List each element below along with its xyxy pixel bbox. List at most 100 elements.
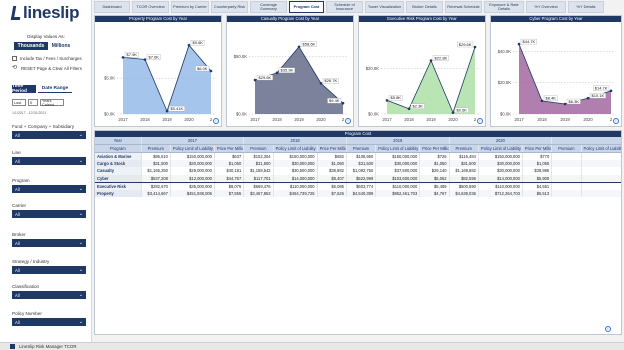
checkbox-box[interactable]	[12, 56, 17, 61]
info-icon[interactable]: i	[605, 326, 611, 332]
data-point[interactable]	[319, 82, 323, 85]
time-period-button[interactable]: Time Period	[12, 84, 36, 94]
table-row[interactable]: Executive Risk $282,670 $35,000,000 $8,076 $…	[95, 182, 621, 190]
tab-item[interactable]: Schedule of Insurance	[326, 1, 363, 13]
data-point[interactable]	[609, 89, 613, 93]
metric-column-header[interactable]: Policy Limit of Liability	[273, 144, 318, 153]
table-row[interactable]: Cargo & Stock $31,500 $30,000,000 $1,050 $31…	[95, 159, 621, 167]
info-icon[interactable]: i	[477, 118, 483, 124]
data-point[interactable]	[451, 111, 455, 114]
filter-label: Fund + Company + Subsidiary	[12, 124, 75, 129]
data-point[interactable]	[473, 45, 477, 49]
tab-item[interactable]: %Y Details	[568, 1, 604, 13]
metric-column-header[interactable]: Premium	[551, 144, 582, 153]
table-cell: $38,986	[522, 167, 553, 175]
chevron-down-icon: ⌄	[78, 157, 83, 164]
tab-item[interactable]: Program Cost	[289, 1, 324, 13]
filter-dropdown[interactable]: All ⌄	[12, 131, 86, 139]
tab-item[interactable]: %Y Overview	[526, 1, 566, 13]
filter-dropdown[interactable]: All ⌄	[12, 318, 86, 326]
x-tick-label: 2019	[426, 117, 436, 122]
area-fill	[387, 47, 475, 114]
date-range-button[interactable]: Date Range	[38, 85, 72, 93]
chevron-down-icon: ⌄	[78, 291, 83, 298]
metric-column-header[interactable]: Premium	[141, 144, 171, 153]
metric-column-header[interactable]: Price Per Million	[317, 144, 347, 153]
tab-item[interactable]: Renewal Schedule	[445, 1, 482, 13]
data-point[interactable]	[187, 43, 191, 47]
data-label: $9.4K	[329, 98, 340, 103]
thousands-button[interactable]: Thousands	[14, 42, 48, 50]
filter-dropdown[interactable]: All ⌄	[12, 266, 86, 274]
metric-column-header[interactable]: Price Per Million	[522, 144, 553, 153]
filter-dropdown[interactable]: All ⌄	[12, 239, 86, 247]
data-point[interactable]	[517, 42, 521, 46]
data-point[interactable]	[275, 71, 279, 75]
program-name-cell: Aviation & Marine	[95, 152, 142, 160]
data-point[interactable]	[586, 96, 590, 100]
reset-filters-button[interactable]: ⟲ RESET Page & Clear All Filters	[12, 65, 82, 71]
data-point[interactable]	[121, 56, 125, 59]
data-point[interactable]	[341, 101, 345, 105]
include-tax-checkbox[interactable]: Include Tax / Fees / Surcharges	[12, 56, 82, 61]
table-row[interactable]: Property $3,414,667 $451,938,006 $7,555 $3,4…	[95, 189, 621, 197]
data-point[interactable]	[429, 59, 433, 62]
tab-item[interactable]: Tower Visualization	[365, 1, 404, 13]
data-point[interactable]	[297, 45, 301, 49]
data-point[interactable]	[143, 58, 147, 61]
filter-dropdown[interactable]: All ⌄	[12, 291, 86, 299]
table-cell: $29,000,000	[170, 167, 215, 175]
tab-item[interactable]: Dashboard	[94, 1, 130, 13]
table-row[interactable]: Aviation & Marine $95,610 $150,000,000 $637…	[95, 152, 621, 160]
filter-value: All	[15, 240, 20, 246]
filter-dropdown[interactable]: All ⌄	[12, 210, 86, 218]
table-row[interactable]: Casualty $1,165,250 $29,000,000 $40,181 $1,1…	[95, 167, 621, 175]
data-label: $0.41K	[171, 106, 184, 111]
year-column-header[interactable]: 2017	[141, 137, 245, 145]
table-cell: $451,938,006	[170, 189, 215, 197]
table-cell: $14,000,000	[478, 174, 523, 183]
data-point[interactable]	[253, 78, 257, 82]
millions-button[interactable]: Millions	[50, 42, 72, 50]
period-direction-select[interactable]: Last	[12, 99, 26, 106]
filter-dropdown[interactable]: All ⌄	[12, 157, 86, 165]
data-point[interactable]	[209, 69, 213, 73]
info-icon[interactable]: i	[613, 118, 619, 124]
year-column-header[interactable]: 2020	[449, 137, 553, 145]
data-point[interactable]	[385, 99, 389, 102]
time-period-tabs: Time Period Date Range	[12, 84, 72, 94]
data-point[interactable]	[540, 99, 544, 103]
info-icon[interactable]: i	[345, 118, 351, 124]
metric-column-header[interactable]: Premium	[346, 144, 377, 153]
period-count-input[interactable]: 5	[28, 99, 38, 106]
tab-item[interactable]: Exposure & Rate Details	[484, 1, 524, 13]
metric-column-header[interactable]: Premium	[449, 144, 479, 153]
tab-item[interactable]: TCOR Overview	[132, 1, 169, 13]
table-cell: $7,555	[214, 189, 245, 197]
program-name-cell: Cyber	[95, 174, 142, 183]
info-icon[interactable]: i	[213, 118, 219, 124]
metric-column-header[interactable]: Price Per Million	[419, 144, 450, 153]
tab-item[interactable]: Premium by Carrier	[171, 1, 209, 13]
period-unit-select[interactable]: Years Calend...	[40, 99, 64, 107]
data-point[interactable]	[165, 109, 169, 113]
filter-value: All	[15, 186, 20, 192]
year-column-header[interactable]: 2018	[243, 137, 347, 145]
metric-column-header[interactable]: Policy Limit of Liability	[375, 144, 421, 153]
tab-item[interactable]: Coverage Summary	[250, 1, 287, 13]
metric-column-header[interactable]: Premium	[243, 144, 274, 153]
data-point[interactable]	[407, 107, 411, 111]
data-point[interactable]	[563, 102, 567, 106]
filter-dropdown[interactable]: All ⌄	[12, 185, 86, 193]
overflow-cell	[581, 159, 621, 167]
metric-column-header[interactable]: Policy Limit of Liability	[170, 144, 215, 153]
metric-column-header[interactable]: Policy Limit of Liability	[478, 144, 523, 153]
tab-item[interactable]: Broker Details	[406, 1, 443, 13]
table-row[interactable]: Cyber $537,208 $12,000,000 $44,767 $117,701 $…	[95, 174, 621, 183]
metric-column-header[interactable]: Policy Limit of Liability	[581, 144, 621, 153]
year-header-row: Year 2017 2018 2019 2020	[95, 137, 621, 145]
tab-item[interactable]: Counterparty Risk	[211, 1, 248, 13]
table-cell: $3,467,853	[243, 189, 274, 197]
metric-column-header[interactable]: Price Per Million	[214, 144, 245, 153]
year-column-header[interactable]: 2019	[346, 137, 450, 145]
